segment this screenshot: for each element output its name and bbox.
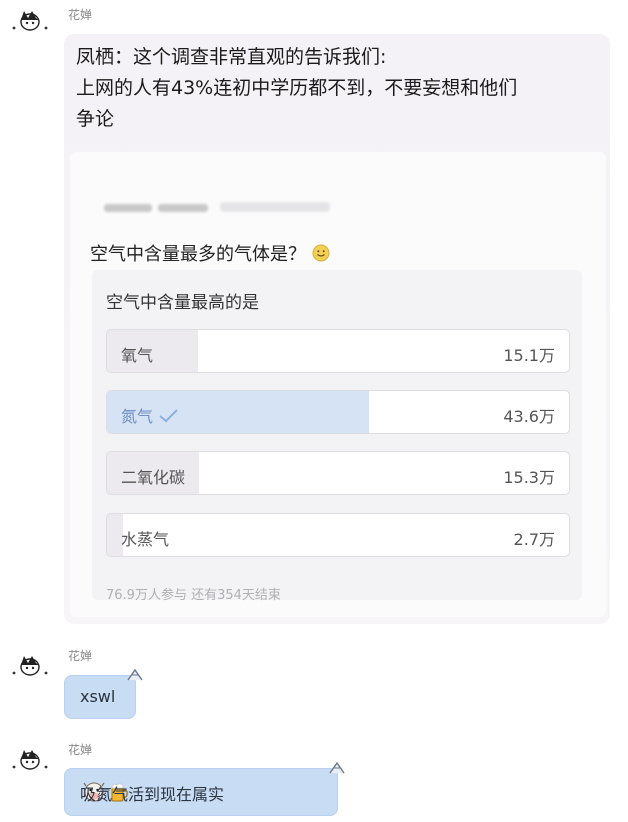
poll-question: 空气中含量最多的气体是？ bbox=[90, 240, 330, 266]
poll-option[interactable]: 二氧化碳 15.3万 bbox=[106, 451, 570, 495]
poll-option-label: 氮气 bbox=[121, 407, 154, 426]
poll-option[interactable]: 水蒸气 2.7万 bbox=[106, 513, 570, 557]
blurred-text-shape bbox=[104, 202, 330, 212]
poll-option-selected[interactable]: 氮气 43.6万 bbox=[106, 390, 570, 434]
poll-title: 空气中含量最高的是 bbox=[106, 293, 259, 313]
smiley-face-icon bbox=[312, 244, 330, 262]
message-text: 凤栖：这个调查非常直观的告诉我们: 上网的人有43%连初中学历都不到，不要妄想和… bbox=[76, 42, 601, 135]
poll-option[interactable]: 氧气 15.1万 bbox=[106, 329, 570, 373]
ribbon-decoration-icon bbox=[329, 761, 345, 774]
sender-name: 花婵 bbox=[68, 743, 93, 757]
sender-avatar[interactable] bbox=[10, 8, 50, 36]
poll-question-text: 空气中含量最多的气体是？ bbox=[90, 244, 306, 265]
message-line: 凤栖：这个调查非常直观的告诉我们: bbox=[76, 46, 387, 68]
poll-option-count: 15.1万 bbox=[503, 346, 555, 365]
poll-option-count: 2.7万 bbox=[513, 530, 555, 549]
checkmark-icon bbox=[159, 409, 178, 423]
sender-name: 花婵 bbox=[68, 8, 93, 22]
message-text: xswl bbox=[80, 687, 116, 706]
poll-footer: 76.9万人参与 还有354天结束 bbox=[106, 588, 281, 603]
message-text: 吸氮气活到现在属实 bbox=[80, 785, 225, 804]
poll-option-label-wrap: 氮气 bbox=[121, 403, 179, 427]
cartoon-avatar-icon bbox=[12, 656, 48, 676]
message-line: 争论 bbox=[76, 108, 115, 130]
ribbon-decoration-icon bbox=[127, 668, 143, 681]
poll-option-label: 二氧化碳 bbox=[121, 468, 186, 487]
card-header-blurred bbox=[104, 199, 344, 217]
message-bubble[interactable]: 吸氮气活到现在属实 bbox=[64, 768, 338, 816]
cartoon-avatar-icon bbox=[12, 750, 48, 770]
sender-avatar[interactable] bbox=[10, 653, 50, 681]
message-text-wrap: 吸氮气活到现在属实 bbox=[80, 781, 224, 804]
sender-name: 花婵 bbox=[68, 649, 93, 663]
poll-option-count: 15.3万 bbox=[503, 468, 555, 487]
poll-option-label: 水蒸气 bbox=[121, 530, 170, 549]
cartoon-avatar-icon bbox=[12, 11, 48, 31]
poll-option-count: 43.6万 bbox=[503, 407, 555, 426]
message-line: 上网的人有43%连初中学历都不到，不要妄想和他们 bbox=[76, 77, 518, 99]
poll-option-label: 氧气 bbox=[121, 346, 154, 365]
sender-avatar[interactable] bbox=[10, 747, 50, 775]
